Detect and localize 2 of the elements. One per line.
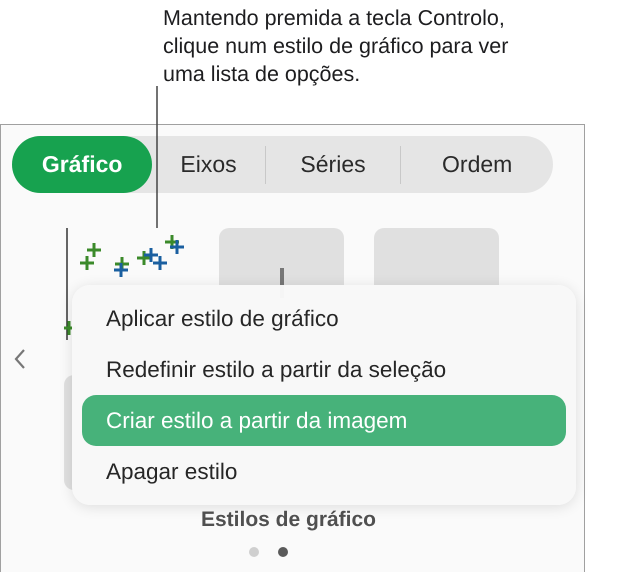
section-title: Estilos de gráfico	[200, 508, 378, 532]
callout-text: Mantendo premida a tecla Controlo, clique num estilo de gráfico para ver uma lista de opções.	[162, 5, 510, 88]
